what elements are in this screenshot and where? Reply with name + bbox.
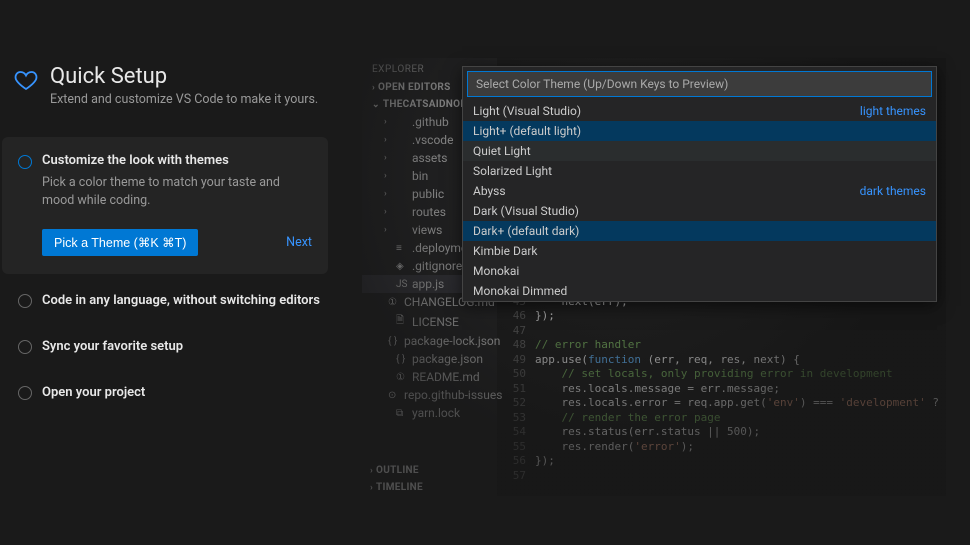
step-2-title: Code in any language, without switching … — [42, 293, 320, 308]
theme-option[interactable]: Light+ (default light) — [463, 121, 936, 141]
theme-option[interactable]: Kimbie Dark — [463, 241, 936, 261]
heart-icon — [14, 68, 38, 92]
timeline-section[interactable]: ›TIMELINE — [362, 479, 497, 496]
theme-picker: Select Color Theme (Up/Down Keys to Prev… — [462, 66, 937, 302]
step-3-title: Sync your favorite setup — [42, 339, 183, 354]
setup-step-active: Customize the look with themes Pick a co… — [2, 137, 328, 275]
step-radio-icon — [18, 294, 32, 308]
step-4-title: Open your project — [42, 385, 145, 400]
setup-step-3[interactable]: Sync your favorite setup — [14, 326, 329, 366]
theme-search-input[interactable]: Select Color Theme (Up/Down Keys to Prev… — [467, 71, 932, 97]
step-1-desc: Pick a color theme to match your taste a… — [42, 174, 312, 212]
setup-step-2[interactable]: Code in any language, without switching … — [14, 280, 329, 320]
theme-option[interactable]: Monokai Dimmed — [463, 281, 936, 301]
theme-option[interactable]: Light (Visual Studio)light themes — [463, 101, 936, 121]
theme-option[interactable]: Dark+ (default dark) — [463, 221, 936, 241]
outline-section[interactable]: ›OUTLINE — [362, 462, 497, 479]
file-item[interactable]: ⊙repo.github-issues — [362, 386, 497, 404]
theme-option[interactable]: Quiet Light — [463, 141, 936, 161]
theme-option[interactable]: Abyssdark themes — [463, 181, 936, 201]
setup-desc: Extend and customize VS Code to make it … — [50, 91, 318, 109]
step-radio-icon — [18, 386, 32, 400]
step-1-title: Customize the look with themes — [42, 153, 312, 168]
file-item[interactable]: ⧉yarn.lock — [362, 404, 497, 422]
setup-step-4[interactable]: Open your project — [14, 372, 329, 412]
pick-theme-button[interactable]: Pick a Theme (⌘K ⌘T) — [42, 229, 198, 256]
file-item[interactable]: ①README.md — [362, 368, 497, 386]
step-radio-icon — [18, 155, 32, 169]
theme-option[interactable]: Dark (Visual Studio) — [463, 201, 936, 221]
file-item[interactable]: 🗎LICENSE — [362, 311, 497, 332]
setup-title: Quick Setup — [50, 64, 318, 89]
next-button[interactable]: Next — [286, 235, 312, 250]
file-item[interactable]: { }package.json — [362, 350, 497, 368]
theme-option[interactable]: Monokai — [463, 261, 936, 281]
step-radio-icon — [18, 340, 32, 354]
file-item[interactable]: { }package-lock.json — [362, 332, 497, 350]
theme-option[interactable]: Solarized Light — [463, 161, 936, 181]
